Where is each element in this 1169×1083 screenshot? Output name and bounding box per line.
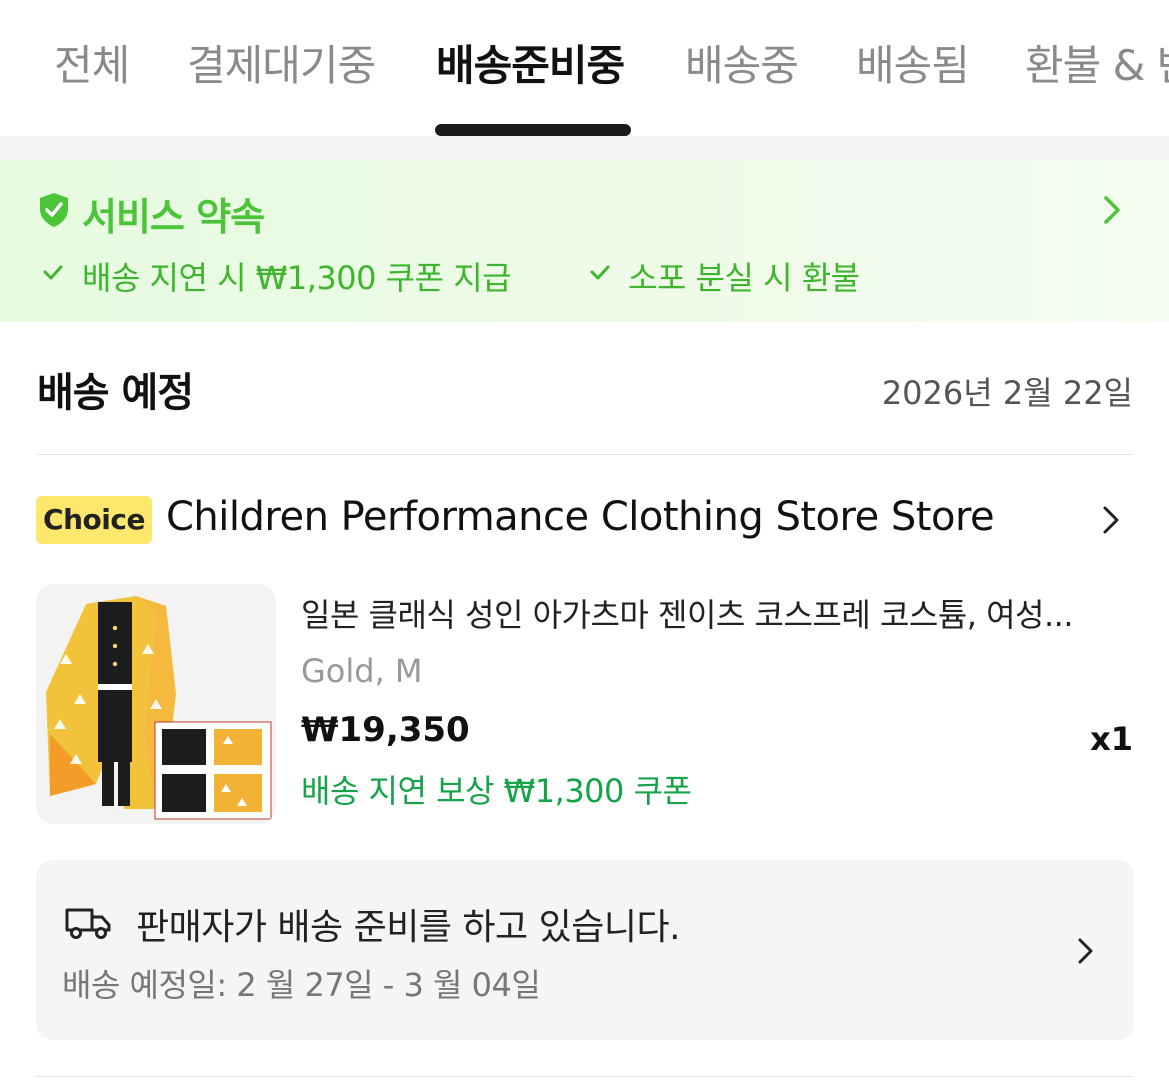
tab-refund-return[interactable]: 환불 & 반 xyxy=(1025,32,1169,93)
costume-image xyxy=(36,584,276,824)
service-promise-title: 서비스 약속 xyxy=(82,195,265,239)
tab-preparing-shipment[interactable]: 배송준비중 xyxy=(436,32,625,93)
shield-check-icon xyxy=(40,193,68,227)
truck-icon xyxy=(65,908,111,939)
product-price: ₩19,350 xyxy=(301,710,470,750)
chevron-right-icon[interactable] xyxy=(1100,503,1122,537)
divider xyxy=(36,1076,1134,1077)
service-promise-banner[interactable]: 서비스 약속 배송 지연 시 ₩1,300 쿠폰 지급 소포 분실 시 환불 xyxy=(0,160,1169,322)
divider xyxy=(37,454,1133,455)
shipping-status-text: 판매자가 배송 준비를 하고 있습니다. xyxy=(136,907,681,948)
product-quantity: x1 xyxy=(1090,720,1133,758)
delay-compensation-note: 배송 지연 보상 ₩1,300 쿠폰 xyxy=(301,772,692,810)
promise-item-delay-coupon: 배송 지연 시 ₩1,300 쿠폰 지급 xyxy=(82,259,512,297)
store-name-link[interactable]: Children Performance Clothing Store Stor… xyxy=(166,494,995,540)
order-status-tabs: 전체 결제대기중 배송준비중 배송중 배송됨 환불 & 반 xyxy=(0,0,1169,136)
delivery-scheduled-title: 배송 예정 xyxy=(37,370,194,416)
active-tab-indicator xyxy=(435,124,631,136)
tab-awaiting-payment[interactable]: 결제대기중 xyxy=(187,32,376,93)
check-icon xyxy=(43,265,63,280)
promise-item-lost-refund: 소포 분실 시 환불 xyxy=(628,259,860,297)
chevron-right-icon[interactable] xyxy=(1076,936,1096,966)
product-variant: Gold, M xyxy=(301,652,423,690)
tab-all[interactable]: 전체 xyxy=(54,32,130,93)
tab-delivered[interactable]: 배송됨 xyxy=(856,32,970,93)
shipping-status-card[interactable]: 판매자가 배송 준비를 하고 있습니다. 배송 예정일: 2 월 27일 - 3… xyxy=(36,860,1134,1040)
product-thumbnail[interactable] xyxy=(36,584,276,824)
delivery-scheduled-date: 2026년 2월 22일 xyxy=(881,374,1133,412)
estimated-delivery-range: 배송 예정일: 2 월 27일 - 3 월 04일 xyxy=(62,966,541,1004)
product-title[interactable]: 일본 클래식 성인 아가츠마 젠이츠 코스프레 코스튬, 여성... xyxy=(301,590,1131,636)
check-icon xyxy=(590,265,610,280)
section-divider xyxy=(0,136,1169,160)
chevron-right-icon[interactable] xyxy=(1100,192,1124,228)
tab-shipping[interactable]: 배송중 xyxy=(685,32,799,93)
choice-badge: Choice xyxy=(36,496,152,544)
